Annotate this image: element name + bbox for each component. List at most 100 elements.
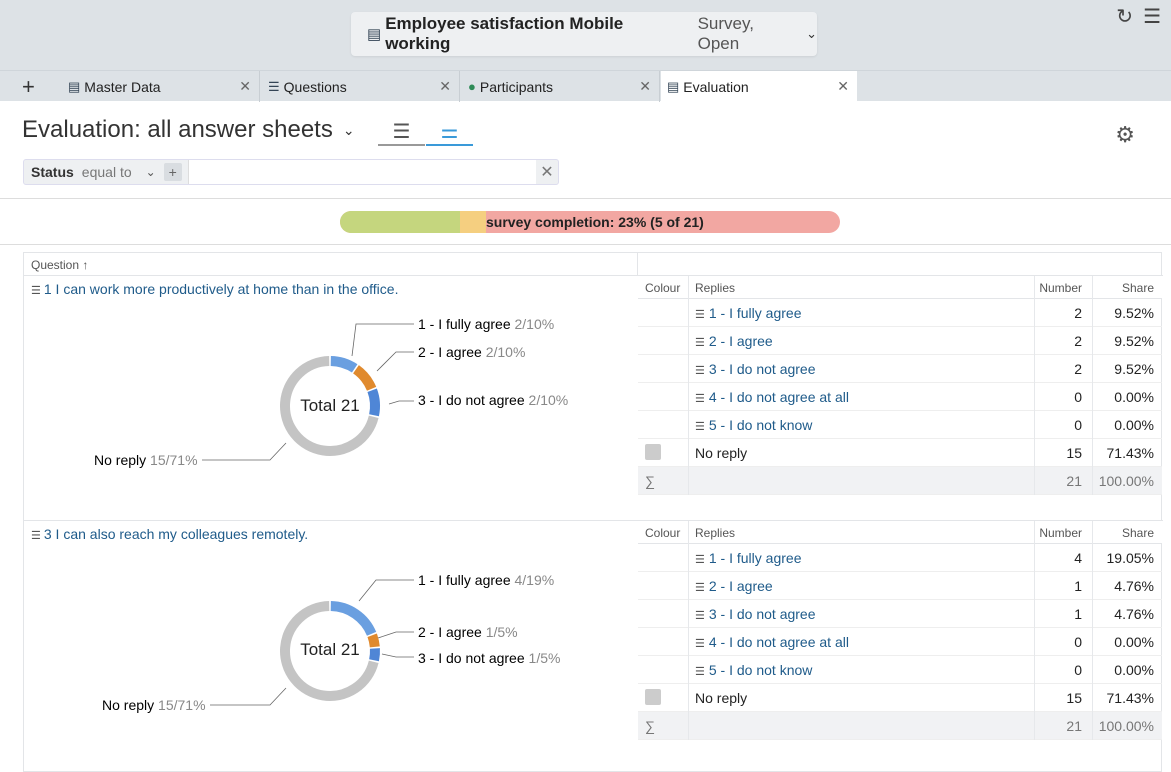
slice-agree[interactable]: [367, 633, 380, 648]
participants-icon: ●: [468, 79, 476, 94]
chevron-down-icon: ⌄: [806, 26, 817, 41]
table-row[interactable]: ☰ 3 - I do not agree 1 4.76%: [638, 600, 1162, 628]
menu-icon[interactable]: ☰: [1143, 4, 1161, 29]
plus-icon[interactable]: +: [163, 163, 182, 181]
sort-up-icon: ↑: [82, 258, 89, 272]
filter-value-input[interactable]: [187, 160, 536, 184]
answer-icon: ☰: [695, 638, 705, 650]
chart-view-icon: ⚌: [440, 120, 459, 143]
filter-field: Status: [31, 164, 74, 180]
question-column-header[interactable]: Question ↑: [31, 258, 88, 272]
tab-label: Evaluation: [683, 78, 749, 95]
slice-label: 2 - I agree 1/5%: [418, 624, 518, 640]
evaluation-icon: ▤: [667, 78, 680, 94]
question-block: ☰ 3 I can also reach my colleagues remote…: [24, 521, 1163, 765]
answer-icon: ☰: [695, 582, 705, 594]
table-row[interactable]: ☰ 1 - I fully agree 4 19.05%: [638, 544, 1162, 572]
table-row[interactable]: ☰ 3 - I do not agree 2 9.52%: [638, 355, 1162, 383]
table-row[interactable]: ☰ 5 - I do not know 0 0.00%: [638, 656, 1162, 684]
answers-table: Colour Replies Number Share ☰ 1 - I fully…: [638, 521, 1162, 740]
close-icon[interactable]: ✕: [536, 162, 558, 182]
slice-fully-agree[interactable]: [330, 356, 358, 373]
colour-swatch: [645, 444, 661, 460]
close-icon[interactable]: ✕: [639, 78, 651, 95]
tab-questions[interactable]: ☰ Questions ✕: [262, 71, 460, 102]
slice-agree[interactable]: [352, 365, 377, 391]
survey-icon: ▤: [367, 26, 382, 43]
survey-completion-bar: survey completion: 23% (5 of 21): [340, 211, 840, 233]
question-block: ☰ 1 I can work more productively at home …: [24, 276, 1163, 520]
table-row[interactable]: No reply 15 71.43%: [638, 439, 1162, 467]
survey-title: Employee satisfaction Mobile working: [385, 14, 624, 53]
tab-label: Questions: [283, 78, 347, 95]
tab-label: Master Data: [84, 78, 161, 95]
survey-title-dropdown[interactable]: ▤ Employee satisfaction Mobile working S…: [351, 12, 817, 56]
slice-label: 1 - I fully agree 2/10%: [418, 316, 554, 332]
slice-label: 1 - I fully agree 4/19%: [418, 572, 554, 588]
sum-row: ∑ 21 100.00%: [638, 467, 1162, 495]
survey-status: Survey, Open: [697, 14, 754, 53]
answer-icon: ☰: [695, 610, 705, 622]
slice-label: 3 - I do not agree 1/5%: [418, 650, 560, 666]
answer-icon: ☰: [695, 365, 705, 377]
survey-completion-label: survey completion: 23% (5 of 21): [486, 214, 704, 230]
answer-icon: ☰: [695, 666, 705, 678]
divider: [0, 198, 1171, 199]
filter-operator[interactable]: equal to: [82, 164, 132, 180]
close-icon[interactable]: ✕: [239, 78, 251, 95]
sum-row: ∑ 21 100.00%: [638, 712, 1162, 740]
page-title-dropdown[interactable]: Evaluation: all answer sheets ⌄: [22, 116, 355, 144]
table-header: Question ↑: [24, 253, 1163, 276]
table-row[interactable]: ☰ 4 - I do not agree at all 0 0.00%: [638, 628, 1162, 656]
tab-master-data[interactable]: ▤ Master Data ✕: [62, 71, 260, 102]
completed-segment: [340, 211, 460, 233]
tab-label: Participants: [479, 78, 554, 95]
answers-header: Colour Replies Number Share: [638, 521, 1162, 544]
colour-swatch: [645, 689, 661, 705]
chevron-down-icon[interactable]: ⌄: [146, 165, 156, 179]
answer-icon: ☰: [695, 309, 705, 321]
refresh-icon[interactable]: ↻: [1116, 4, 1133, 29]
table-row[interactable]: ☰ 4 - I do not agree at all 0 0.00%: [638, 383, 1162, 411]
settings-sliders-icon[interactable]: ⚙: [1115, 122, 1135, 148]
plus-icon[interactable]: +: [22, 74, 35, 100]
tab-bar: + ▤ Master Data ✕ ☰ Questions ✕ ● Partic…: [0, 70, 1171, 102]
evaluation-table: Question ↑ ☰ 1 I can work more productive…: [23, 252, 1163, 772]
divider: [0, 244, 1171, 245]
master-data-icon: ▤: [68, 78, 81, 94]
table-row[interactable]: No reply 15 71.43%: [638, 684, 1162, 712]
answers-table: Colour Replies Number Share ☰ 1 - I fully…: [638, 276, 1162, 495]
close-icon[interactable]: ✕: [837, 78, 849, 95]
slice-label: 2 - I agree 2/10%: [418, 344, 525, 360]
answer-icon: ☰: [695, 337, 705, 349]
slice-label: No reply 15/71%: [102, 697, 206, 713]
answer-icon: ☰: [695, 554, 705, 566]
status-filter: Status equal to ⌄ + ✕: [23, 159, 559, 185]
tab-participants[interactable]: ● Participants ✕: [462, 71, 660, 102]
partial-segment: [460, 211, 486, 233]
table-row[interactable]: ☰ 1 - I fully agree 2 9.52%: [638, 299, 1162, 327]
table-row[interactable]: ☰ 2 - I agree 2 9.52%: [638, 327, 1162, 355]
answer-icon: ☰: [695, 421, 705, 433]
chevron-down-icon: ⌄: [342, 121, 355, 138]
list-view-icon: ☰: [392, 120, 411, 143]
window-header: ▤ Employee satisfaction Mobile working S…: [0, 0, 1171, 70]
donut-total: Total 21: [300, 640, 360, 659]
table-row[interactable]: ☰ 5 - I do not know 0 0.00%: [638, 411, 1162, 439]
donut-total: Total 21: [300, 396, 360, 415]
slice-fully-agree[interactable]: [330, 601, 377, 636]
close-icon[interactable]: ✕: [439, 78, 451, 95]
table-row[interactable]: ☰ 2 - I agree 1 4.76%: [638, 572, 1162, 600]
slice-not-agree[interactable]: [367, 388, 380, 417]
answer-icon: ☰: [695, 393, 705, 405]
slice-label: No reply 15/71%: [94, 452, 198, 468]
answers-header: Colour Replies Number Share: [638, 276, 1162, 299]
list-view-button[interactable]: ☰: [378, 118, 425, 146]
slice-label: 3 - I do not agree 2/10%: [418, 392, 568, 408]
slice-not-agree[interactable]: [369, 648, 380, 662]
page-title: Evaluation: all answer sheets: [22, 116, 333, 143]
donut-chart: Total 21 1 - I fully agree 4/19% 2 - I a…: [102, 572, 560, 713]
chart-view-button[interactable]: ⚌: [426, 118, 473, 146]
tab-evaluation[interactable]: ▤ Evaluation ✕: [661, 71, 857, 102]
questions-icon: ☰: [268, 78, 280, 94]
